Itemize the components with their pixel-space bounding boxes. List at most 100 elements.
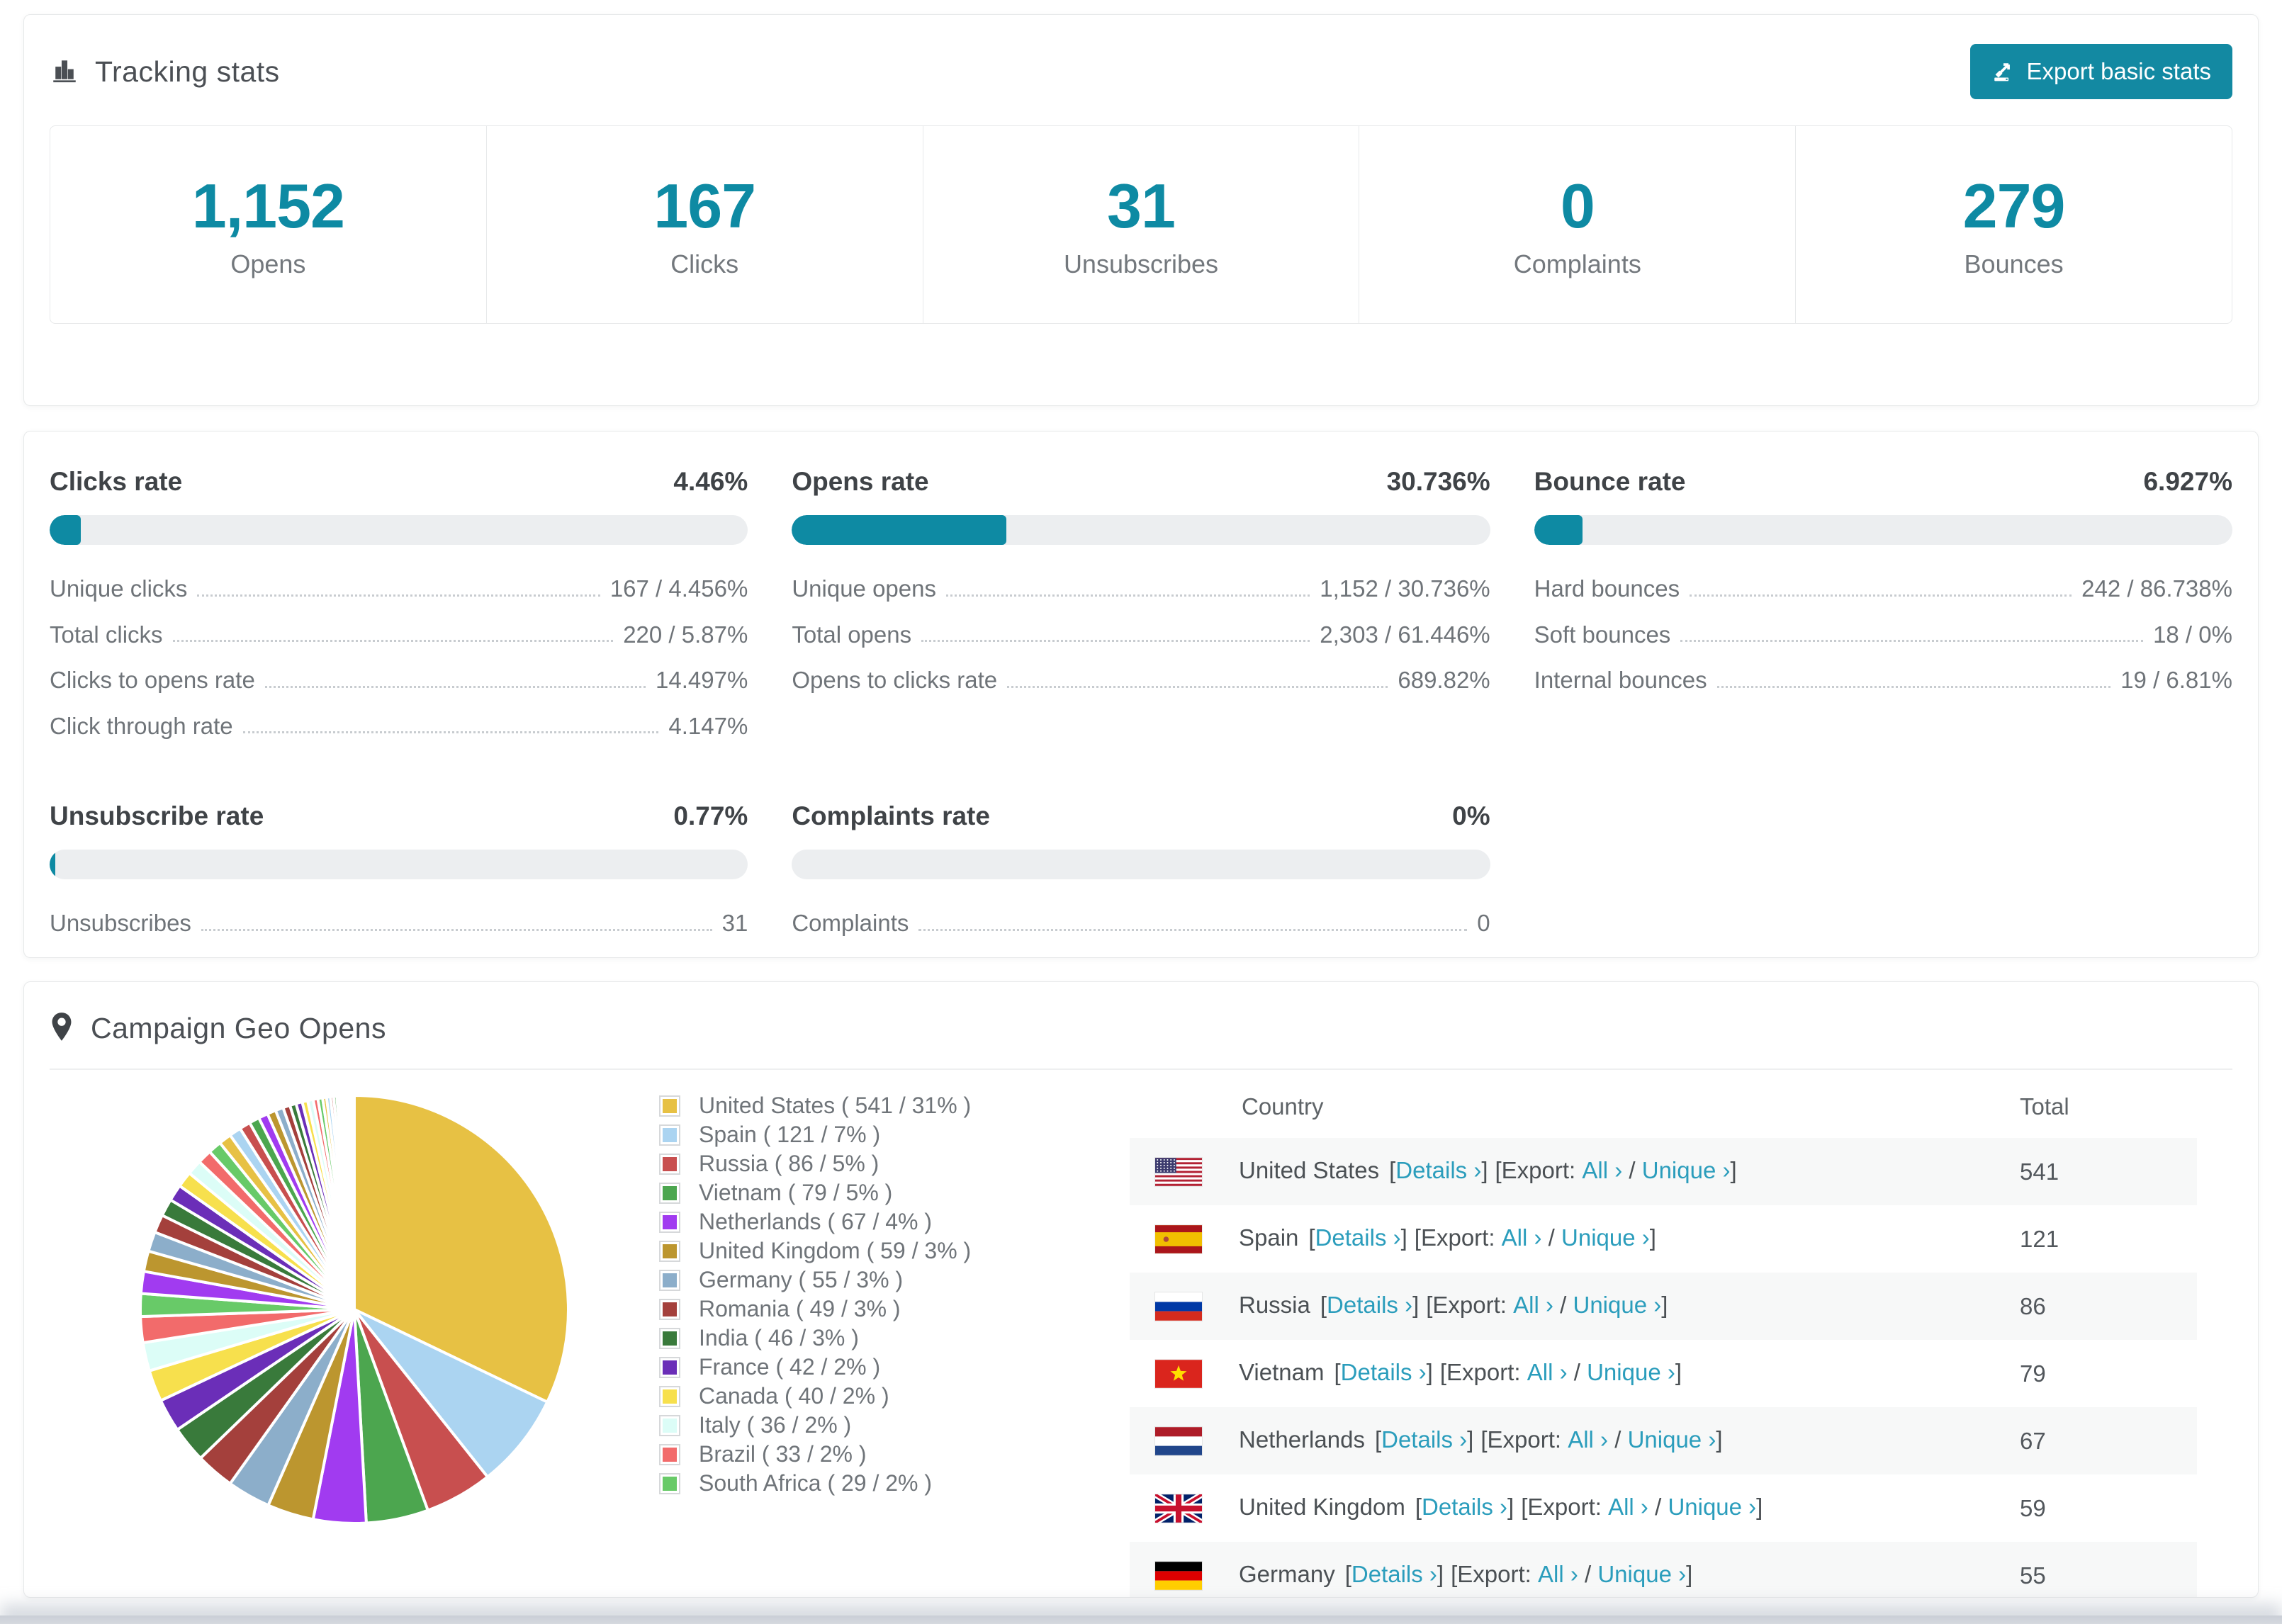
legend-label: Spain ( 121 / 7% ) [699, 1122, 881, 1147]
campaign-geo-opens-card: Campaign Geo Opens United States ( 541 /… [23, 981, 2259, 1598]
progress-bar [792, 850, 1490, 880]
export-unique-link[interactable]: Unique › [1642, 1157, 1731, 1183]
export-all-link[interactable]: All › [1538, 1561, 1578, 1587]
country-flag-icon [1155, 1360, 1202, 1388]
export-all-link[interactable]: All › [1608, 1494, 1648, 1520]
legend-swatch [659, 1472, 680, 1494]
table-row: Germany [Details ›] [Export: All › / Uniqu… [1130, 1542, 2197, 1597]
rate-value: 4.46% [673, 467, 748, 496]
export-label: Export: [1487, 1426, 1562, 1453]
slash-separator: / [1553, 1291, 1573, 1318]
progress-bar [50, 850, 748, 880]
details-link[interactable]: Details › [1341, 1359, 1427, 1385]
table-row: Vietnam [Details ›] [Export: All › / Uniqu… [1130, 1340, 2197, 1407]
legend-swatch [659, 1269, 680, 1291]
export-unique-link[interactable]: Unique › [1573, 1292, 1662, 1318]
legend-item[interactable]: India ( 46 / 3% ) [659, 1324, 1091, 1353]
export-label: Export: [1432, 1291, 1507, 1318]
progress-bar [50, 515, 748, 545]
rate-row: Complaints 0 [792, 910, 1490, 937]
rate-row: Unique opens 1,152 / 30.736% [792, 575, 1490, 602]
table-row: Spain [Details ›] [Export: All › / Unique … [1130, 1205, 2197, 1273]
rate-row: Unique clicks 167 / 4.456% [50, 575, 748, 602]
country-total: 55 [2020, 1562, 2046, 1589]
export-unique-link[interactable]: Unique › [1587, 1359, 1675, 1385]
legend-item[interactable]: Germany ( 55 / 3% ) [659, 1265, 1091, 1295]
legend-swatch [659, 1298, 680, 1320]
legend-item[interactable]: Vietnam ( 79 / 5% ) [659, 1178, 1091, 1207]
progress-bar [1534, 515, 2232, 545]
legend-swatch [659, 1182, 680, 1204]
rate-row: Total opens 2,303 / 61.446% [792, 621, 1490, 648]
export-unique-link[interactable]: Unique › [1628, 1426, 1716, 1453]
export-label: Export: [1420, 1224, 1495, 1251]
export-all-link[interactable]: All › [1582, 1157, 1622, 1183]
rate-title: Clicks rate [50, 467, 183, 496]
table-row: Netherlands [Details ›] [Export: All › / U… [1130, 1407, 2197, 1474]
export-all-link[interactable]: All › [1502, 1224, 1542, 1251]
country-name: Netherlands [1239, 1426, 1365, 1453]
tracking-stats-header: Tracking stats Export basic stats [50, 39, 2232, 104]
country-name: Vietnam [1239, 1358, 1325, 1385]
bottom-scroll-band[interactable] [0, 1615, 2282, 1624]
table-header-row: Country Total [1130, 1076, 2197, 1138]
export-label: Export: [1501, 1156, 1576, 1183]
table-row: United States [Details ›] [Export: All › /… [1130, 1138, 2197, 1205]
rate-value: 0% [1452, 801, 1490, 831]
details-link[interactable]: Details › [1381, 1426, 1467, 1453]
details-link[interactable]: Details › [1422, 1494, 1507, 1520]
geo-pie-chart[interactable] [128, 1076, 581, 1597]
rate-row: Opens to clicks rate 689.82% [792, 667, 1490, 694]
complaints-rate-block: Complaints rate 0% Complaints 0 [792, 801, 1490, 955]
details-link[interactable]: Details › [1327, 1292, 1412, 1318]
tracking-stats-page: Tracking stats Export basic stats 1,152 … [0, 14, 2282, 1624]
slash-separator: / [1578, 1560, 1598, 1587]
divider [50, 1068, 2232, 1070]
export-unique-link[interactable]: Unique › [1597, 1561, 1686, 1587]
export-all-link[interactable]: All › [1527, 1359, 1568, 1385]
export-basic-stats-button[interactable]: Export basic stats [1969, 44, 2232, 99]
progress-bar [792, 515, 1490, 545]
details-link[interactable]: Details › [1315, 1224, 1401, 1251]
legend-item[interactable]: Russia ( 86 / 5% ) [659, 1149, 1091, 1178]
export-all-link[interactable]: All › [1568, 1426, 1608, 1453]
legend-item[interactable]: Canada ( 40 / 2% ) [659, 1382, 1091, 1411]
country-flag-icon [1155, 1494, 1202, 1523]
export-unique-link[interactable]: Unique › [1561, 1224, 1650, 1251]
legend-label: Vietnam ( 79 / 5% ) [699, 1180, 893, 1205]
country-total: 86 [2020, 1292, 2046, 1319]
details-link[interactable]: Details › [1395, 1157, 1481, 1183]
rates-card: Clicks rate 4.46% Unique clicks 167 / 4.4… [23, 431, 2259, 958]
country-total: 67 [2020, 1427, 2046, 1454]
legend-item[interactable]: United States ( 541 / 31% ) [659, 1091, 1091, 1120]
legend-item[interactable]: South Africa ( 29 / 2% ) [659, 1469, 1091, 1498]
export-label: Export: [1457, 1560, 1531, 1587]
legend-label: South Africa ( 29 / 2% ) [699, 1470, 933, 1496]
rate-row: Unsubscribes 31 [50, 910, 748, 937]
rate-row: Soft bounces 18 / 0% [1534, 621, 2232, 648]
legend-item[interactable]: Brazil ( 33 / 2% ) [659, 1440, 1091, 1469]
legend-item[interactable]: Italy ( 36 / 2% ) [659, 1411, 1091, 1440]
export-all-link[interactable]: All › [1513, 1292, 1553, 1318]
details-link[interactable]: Details › [1351, 1561, 1437, 1587]
legend-item[interactable]: Romania ( 49 / 3% ) [659, 1295, 1091, 1324]
legend-label: Romania ( 49 / 3% ) [699, 1296, 901, 1321]
export-unique-link[interactable]: Unique › [1668, 1494, 1756, 1520]
legend-label: Russia ( 86 / 5% ) [699, 1151, 879, 1176]
legend-item[interactable]: United Kingdom ( 59 / 3% ) [659, 1236, 1091, 1265]
rate-title: Unsubscribe rate [50, 801, 264, 831]
legend-item[interactable]: Spain ( 121 / 7% ) [659, 1120, 1091, 1149]
rate-value: 6.927% [2143, 467, 2232, 496]
table-row: United Kingdom [Details ›] [Export: All › … [1130, 1474, 2197, 1542]
map-pin-icon [50, 1011, 74, 1046]
legend-item[interactable]: Netherlands ( 67 / 4% ) [659, 1207, 1091, 1236]
stats-summary-row: 1,152 Opens 167 Clicks 31 Unsubscribes 0… [50, 125, 2232, 324]
rate-title: Opens rate [792, 467, 929, 496]
stat-complaints: 0 Complaints [1359, 126, 1797, 323]
rate-row: Internal bounces 19 / 6.81% [1534, 667, 2232, 694]
legend-swatch [659, 1095, 680, 1117]
rate-row: Clicks to opens rate 14.497% [50, 667, 748, 694]
legend-item[interactable]: France ( 42 / 2% ) [659, 1353, 1091, 1382]
country-flag-icon [1155, 1158, 1202, 1186]
legend-label: United Kingdom ( 59 / 3% ) [699, 1238, 972, 1263]
